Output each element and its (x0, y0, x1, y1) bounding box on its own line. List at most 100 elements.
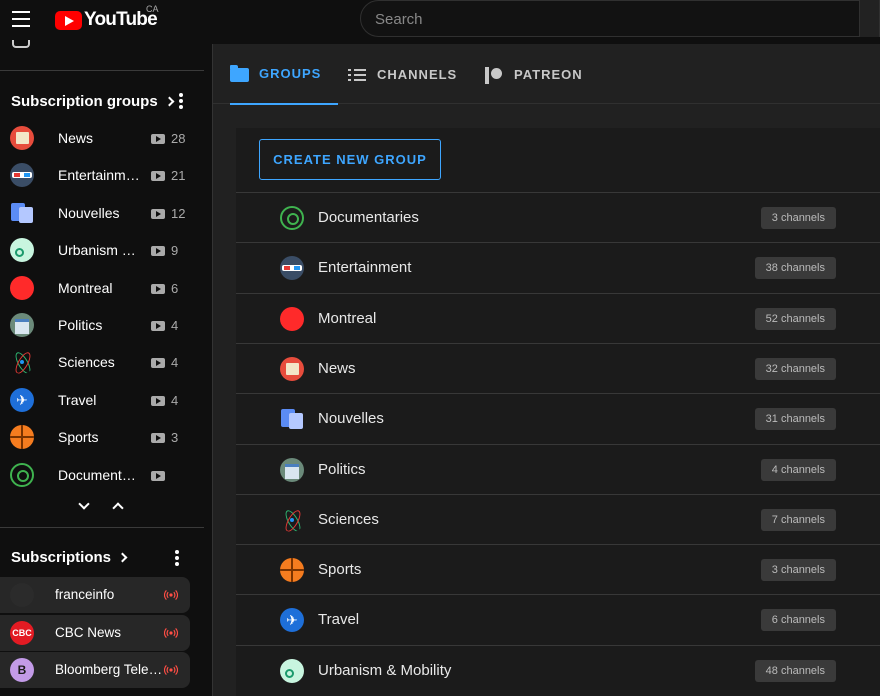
atom-icon (10, 350, 34, 374)
sidebar-group-label: Documentaries (58, 466, 140, 483)
subscription-label: franceinfo (55, 587, 115, 602)
sidebar-group-item[interactable]: News 28 (0, 120, 204, 157)
group-row[interactable]: Documentaries 3 channels (236, 192, 880, 242)
tab-patreon[interactable]: PATREON (485, 44, 583, 105)
sidebar-group-count: 4 (171, 318, 179, 333)
list-icon (348, 67, 368, 83)
red-circle-icon (280, 306, 304, 331)
youtube-logo[interactable]: YouTube (55, 9, 158, 31)
subscription-label: Bloomberg Television (55, 662, 163, 677)
channel-count-badge: 7 channels (760, 508, 836, 531)
group-row[interactable]: Urbanism & Mobility 48 channels (236, 644, 880, 695)
sidebar-group-item[interactable]: Politics 4 (0, 307, 204, 344)
sidebar-group-count: 6 (171, 280, 179, 296)
search-input[interactable] (375, 10, 855, 28)
subscription-groups-header[interactable]: Subscription groups (11, 93, 175, 110)
group-name: Sports (318, 561, 362, 579)
channel-avatar: CBC (10, 620, 34, 645)
sidebar-group-label: News (58, 130, 94, 146)
group-row[interactable]: Sports 3 channels (236, 544, 880, 594)
sidebar-group-item[interactable]: Nouvelles 12 (0, 195, 204, 232)
sidebar-group-label: Montreal (58, 279, 113, 296)
video-icon (151, 395, 165, 406)
sidebar: Subscription groups News 28 Entertainment 2… (0, 40, 204, 696)
channel-count-badge: 48 channels (754, 659, 836, 682)
search-button[interactable] (859, 0, 879, 37)
atom-icon (280, 508, 304, 532)
tab-groups[interactable]: GROUPS (230, 44, 339, 105)
sidebar-group-item[interactable]: Entertainment 21 (0, 157, 204, 194)
sidebar-group-item[interactable]: Montreal 6 (0, 270, 204, 307)
subscription-item[interactable]: franceinfo (0, 577, 190, 613)
group-row[interactable]: ✈ Travel 6 channels (236, 594, 880, 644)
group-name: News (318, 359, 356, 377)
subscription-item[interactable]: CBC CBC News (0, 614, 190, 651)
newspaper-icon (10, 126, 34, 150)
airplane-icon: ✈ (280, 608, 304, 633)
subscriptions-more-icon[interactable] (175, 550, 179, 566)
sidebar-group-label: Entertainment (58, 167, 140, 184)
group-name: Montreal (318, 309, 377, 327)
sidebar-group-count: 3 (171, 430, 179, 446)
groups-more-icon[interactable] (179, 93, 183, 109)
channel-count-badge: 31 channels (754, 408, 836, 431)
chevron-up-icon[interactable] (112, 502, 124, 514)
basketball-icon (280, 558, 304, 583)
sidebar-group-count: 21 (171, 168, 186, 184)
group-row[interactable]: Sciences 7 channels (236, 493, 880, 544)
chevron-right-icon (164, 96, 175, 107)
group-row[interactable]: News 32 channels (236, 342, 880, 393)
video-icon (151, 208, 165, 219)
subscription-item[interactable]: B Bloomberg Television (0, 652, 190, 688)
groups-panel: GROUPS CHANNELS PATREON CREATE NEW GROUP… (212, 44, 880, 696)
brain-icon (10, 462, 34, 487)
subscriptions-header[interactable]: Subscriptions (11, 549, 128, 566)
sidebar-group-label: Sports (58, 429, 99, 446)
group-row[interactable]: Entertainment 38 channels (236, 242, 880, 292)
group-name: Documentaries (318, 209, 419, 226)
chevron-down-icon[interactable] (78, 498, 90, 510)
channel-count-badge: 6 channels (760, 609, 836, 632)
channel-count-badge: 52 channels (754, 307, 836, 330)
sidebar-group-label: Travel (58, 391, 97, 408)
group-row[interactable]: Montreal 52 channels (236, 292, 880, 343)
newspaper-blue-icon (280, 407, 304, 431)
group-name: Nouvelles (318, 410, 384, 428)
sidebar-group-count: 4 (171, 355, 179, 371)
video-icon (151, 283, 165, 294)
sidebar-group-label: Sciences (58, 354, 115, 371)
politics-icon (280, 457, 304, 482)
sidebar-group-item[interactable]: ✈ Travel 4 (0, 382, 204, 419)
subscriptions-title: Subscriptions (11, 549, 112, 566)
basketball-icon (10, 425, 34, 450)
search-box (360, 0, 880, 37)
channel-count-badge: 32 channels (754, 357, 836, 380)
youtube-play-icon (55, 10, 82, 30)
newspaper-icon (280, 356, 304, 381)
group-name: Urbanism & Mobility (318, 661, 452, 679)
bicycle-icon (10, 238, 34, 263)
menu-icon[interactable] (12, 11, 30, 27)
sidebar-group-count: 4 (171, 392, 179, 408)
tab-label: PATREON (514, 67, 583, 82)
folder-icon (230, 64, 250, 82)
create-new-group-button[interactable]: CREATE NEW GROUP (259, 139, 441, 180)
chevron-right-icon (117, 552, 128, 563)
bicycle-icon (280, 658, 304, 683)
sidebar-group-item[interactable]: Urbanism & Mobility 9 (0, 232, 204, 269)
airplane-icon: ✈ (10, 387, 34, 412)
sidebar-group-count: 28 (171, 131, 186, 146)
live-icon (164, 589, 178, 601)
group-row[interactable]: Politics 4 channels (236, 443, 880, 494)
tab-channels[interactable]: CHANNELS (348, 44, 457, 105)
video-icon (151, 433, 165, 444)
group-name: Travel (318, 611, 360, 629)
sidebar-group-item[interactable]: Documentaries (0, 457, 204, 494)
group-name: Politics (318, 460, 366, 478)
divider (0, 527, 204, 528)
sidebar-group-item[interactable]: Sciences 4 (0, 344, 204, 381)
group-row[interactable]: Nouvelles 31 channels (236, 393, 880, 443)
sidebar-group-item[interactable]: Sports 3 (0, 419, 204, 456)
country-code: CA (146, 4, 159, 14)
video-icon (151, 134, 165, 144)
